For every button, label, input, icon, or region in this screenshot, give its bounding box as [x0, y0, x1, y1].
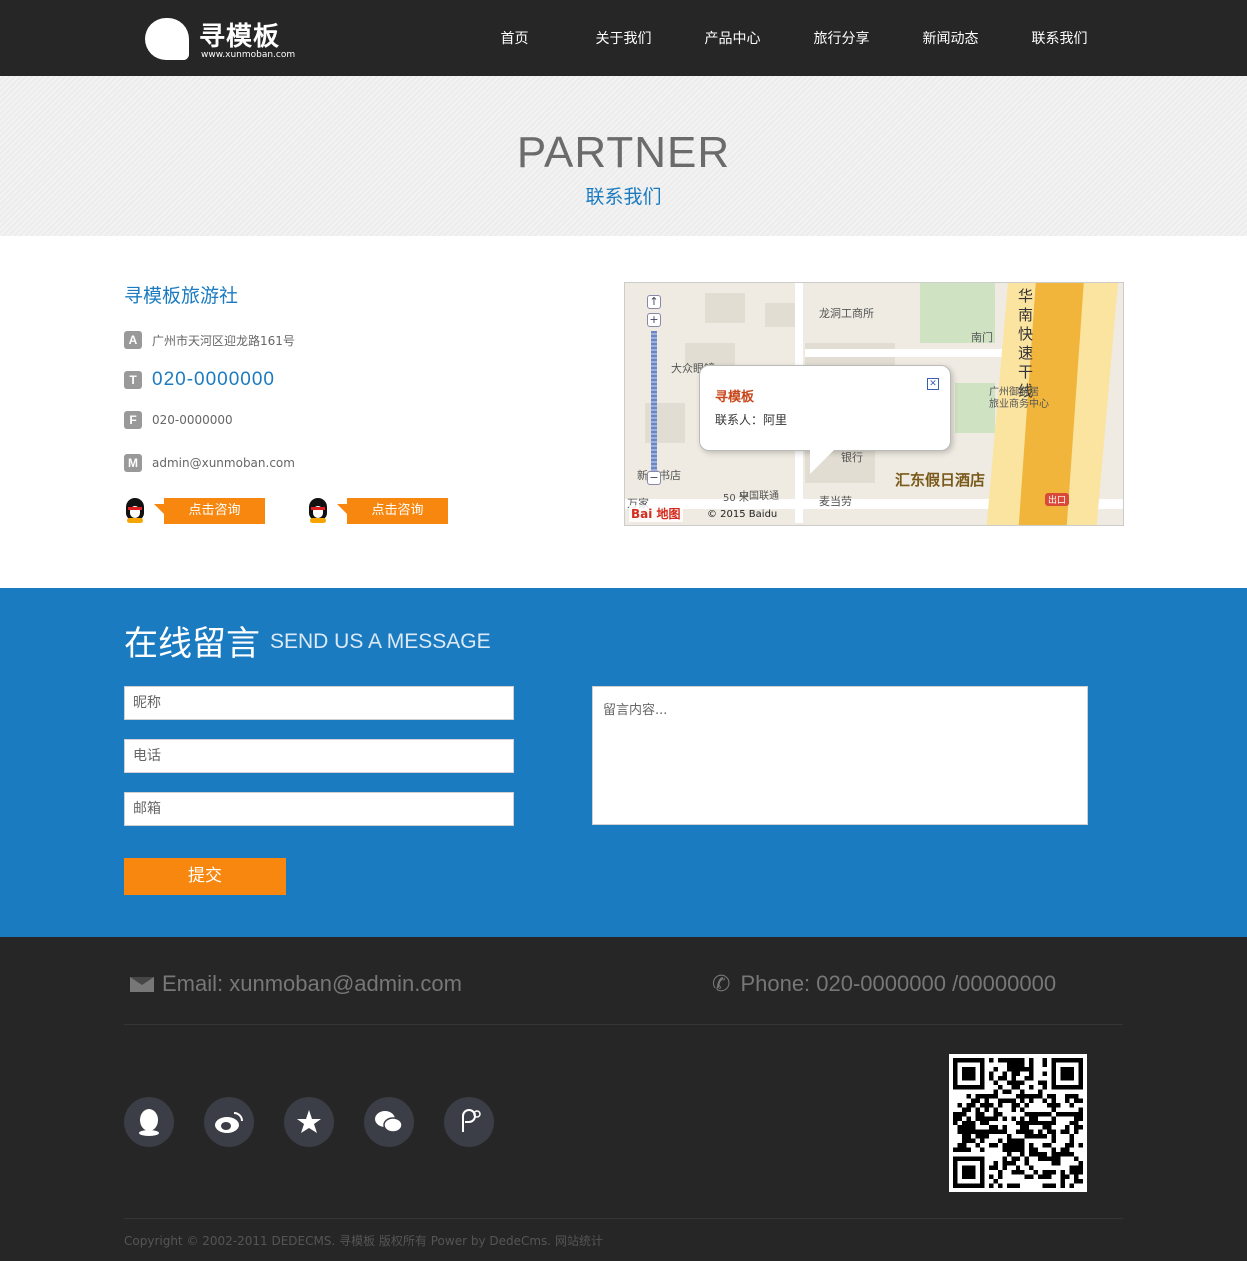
map-copyright: © 2015 Baidu — [707, 509, 778, 520]
logo-name: 寻模板 — [199, 22, 281, 52]
map-zoom-out-icon[interactable]: − — [647, 471, 661, 485]
footer-copyright: Copyright © 2002-2011 DEDECMS. 寻模板 版权所有 … — [124, 1234, 603, 1248]
fax-icon: F — [124, 411, 142, 429]
map-label: 银行 — [841, 451, 863, 464]
nav-item-about[interactable]: 关于我们 — [569, 0, 678, 76]
footer-phone-text: Phone: 020-0000000 /00000000 — [740, 971, 1057, 996]
map-exit-label: 出口 — [1045, 493, 1070, 506]
map-label: 麦当劳 — [819, 495, 852, 508]
logo-bubble-icon — [145, 18, 189, 60]
wechat-icon[interactable] — [364, 1097, 414, 1147]
qr-code — [949, 1054, 1087, 1192]
fax-row: F 020-0000000 — [124, 411, 233, 429]
weibo-icon[interactable] — [204, 1097, 254, 1147]
banner-subtitle: 联系我们 — [585, 186, 662, 208]
nickname-input[interactable] — [124, 686, 514, 720]
fax-text: 020-0000000 — [152, 413, 233, 427]
qq-consult-button-2[interactable]: 点击咨询 — [337, 498, 448, 524]
nav-item-home[interactable]: 首页 — [460, 0, 569, 76]
address-text: 广州市天河区迎龙路161号 — [152, 333, 295, 348]
footer-divider — [124, 1218, 1123, 1219]
nav-item-contact[interactable]: 联系我们 — [1005, 0, 1114, 76]
mail-row: M admin@xunmoban.com — [124, 454, 295, 472]
message-content-textarea[interactable] — [592, 686, 1088, 825]
email-input[interactable] — [124, 792, 514, 826]
address-row: A 广州市天河区迎龙路161号 — [124, 331, 295, 349]
tencent-weibo-icon[interactable] — [284, 1097, 334, 1147]
footer-email-text: Email: xunmoban@admin.com — [162, 971, 462, 996]
nav-item-products[interactable]: 产品中心 — [678, 0, 787, 76]
map-label: 南门 — [971, 331, 993, 344]
address-icon: A — [124, 331, 142, 349]
tel-row: T 020-0000000 — [124, 369, 275, 391]
nav-item-news[interactable]: 新闻动态 — [896, 0, 1005, 76]
qq-icon[interactable] — [124, 1097, 174, 1147]
qq-consult-button-1[interactable]: 点击咨询 — [154, 498, 265, 524]
qq-consult-1: 点击咨询 — [124, 498, 265, 524]
nav-item-travel[interactable]: 旅行分享 — [787, 0, 896, 76]
popup-title: 寻模板 — [715, 390, 755, 405]
qq-penguin-icon — [124, 498, 146, 524]
map-label: 旅业商务中心 — [989, 399, 1049, 410]
submit-button[interactable]: 提交 — [124, 858, 286, 895]
phone-icon: ✆ — [712, 971, 731, 996]
logo-url: www.xunmoban.com — [201, 50, 296, 60]
baidu-logo: Bai 地图 — [629, 505, 683, 522]
envelope-icon — [130, 976, 154, 992]
popup-text: 联系人：阿里 — [715, 413, 788, 427]
main-nav: 首页 关于我们 产品中心 旅行分享 新闻动态 联系我们 — [460, 0, 1114, 76]
map-zoom-slider[interactable] — [651, 331, 657, 471]
footer-phone: ✆ Phone: 020-0000000 /00000000 — [712, 971, 1056, 997]
logo[interactable]: 寻模板 www.xunmoban.com — [145, 16, 295, 62]
banner-title: PARTNER — [516, 128, 731, 177]
footer-divider — [124, 1024, 1123, 1025]
tel-icon: T — [124, 371, 142, 389]
mail-text[interactable]: admin@xunmoban.com — [152, 456, 295, 470]
site-header: 寻模板 www.xunmoban.com 首页 关于我们 产品中心 旅行分享 新… — [0, 0, 1247, 76]
douban-icon[interactable] — [444, 1097, 494, 1147]
map-info-popup: 寻模板 联系人：阿里 ✕ — [699, 365, 951, 474]
baidu-map[interactable]: 华南快速干线 龙洞工商所 大众眼镜 南门 广州御游居 旅业商务中心 银行 新华书… — [624, 282, 1124, 526]
map-hotel-label: 汇东假日酒店 — [895, 471, 986, 489]
close-icon[interactable]: ✕ — [927, 378, 939, 390]
tel-text: 020-0000000 — [152, 369, 275, 390]
qq-penguin-icon — [307, 498, 329, 524]
map-zoom-in-icon[interactable]: + — [647, 313, 661, 327]
map-pan-up-icon[interactable]: ↑ — [647, 295, 661, 309]
company-name: 寻模板旅游社 — [124, 285, 239, 307]
footer-email: Email: xunmoban@admin.com — [130, 971, 462, 997]
message-section: 在线留言 SEND US A MESSAGE 提交 — [0, 588, 1247, 937]
map-zoom-control: ↑ + − — [647, 295, 661, 489]
map-label: 龙洞工商所 — [819, 307, 874, 320]
mail-icon: M — [124, 454, 142, 472]
phone-input[interactable] — [124, 739, 514, 773]
qq-consult-2: 点击咨询 — [307, 498, 448, 524]
message-subtitle: SEND US A MESSAGE — [270, 630, 491, 653]
page-banner: PARTNER 联系我们 — [0, 76, 1247, 236]
map-scale: 50 米 — [723, 493, 749, 504]
message-title: 在线留言 — [124, 624, 260, 664]
site-footer: Email: xunmoban@admin.com ✆ Phone: 020-0… — [0, 937, 1247, 1261]
